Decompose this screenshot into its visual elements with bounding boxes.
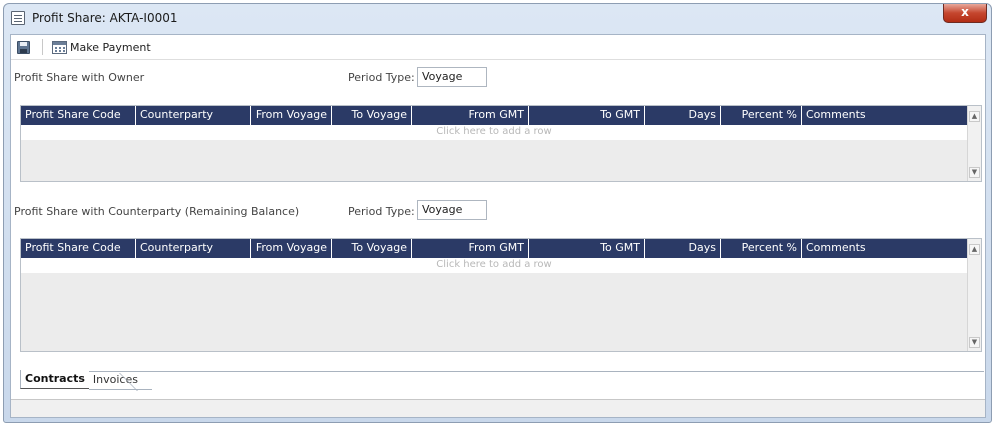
counterparty-period-type-label: Period Type: bbox=[348, 205, 415, 218]
owner-profit-share-grid: Profit Share Code Counterparty From Voya… bbox=[20, 105, 982, 182]
col-days[interactable]: Days bbox=[645, 106, 721, 125]
counterparty-section-title: Profit Share with Counterparty (Remainin… bbox=[14, 205, 300, 218]
window-title: Profit Share: AKTA-I0001 bbox=[32, 11, 178, 25]
save-icon[interactable] bbox=[17, 41, 30, 54]
col-percent[interactable]: Percent % bbox=[721, 106, 802, 125]
counterparty-profit-share-grid: Profit Share Code Counterparty From Voya… bbox=[20, 238, 982, 352]
col-to-gmt[interactable]: To GMT bbox=[529, 106, 645, 125]
vertical-scrollbar[interactable]: ▲ ▼ bbox=[967, 239, 981, 351]
close-button[interactable]: x bbox=[943, 4, 987, 23]
col-from-voyage[interactable]: From Voyage bbox=[251, 239, 332, 258]
col-from-gmt[interactable]: From GMT bbox=[412, 106, 529, 125]
vertical-scrollbar[interactable]: ▲ ▼ bbox=[967, 106, 981, 181]
toolbar: Make Payment bbox=[11, 35, 985, 60]
scroll-up-icon[interactable]: ▲ bbox=[969, 111, 980, 122]
owner-period-type-field[interactable]: Voyage bbox=[417, 67, 487, 87]
tab-contracts[interactable]: Contracts bbox=[20, 370, 89, 389]
main-content: Make Payment Profit Share with Owner Per… bbox=[10, 34, 986, 418]
scroll-down-icon[interactable]: ▼ bbox=[969, 337, 980, 348]
scroll-up-icon[interactable]: ▲ bbox=[969, 244, 980, 255]
calendar-icon bbox=[52, 41, 67, 54]
owner-period-type-label: Period Type: bbox=[348, 71, 415, 84]
profit-share-window: Profit Share: AKTA-I0001 x Make Payment … bbox=[3, 3, 992, 423]
col-counterparty[interactable]: Counterparty bbox=[136, 239, 251, 258]
bottom-tabs: Contracts Invoices bbox=[20, 370, 152, 391]
status-bar bbox=[11, 399, 985, 417]
scroll-down-icon[interactable]: ▼ bbox=[969, 167, 980, 178]
add-row-link[interactable]: Click here to add a row bbox=[21, 258, 967, 273]
title-bar: Profit Share: AKTA-I0001 x bbox=[4, 4, 991, 32]
owner-section-title: Profit Share with Owner bbox=[14, 71, 145, 84]
counterparty-period-type-field[interactable]: Voyage bbox=[417, 200, 487, 220]
col-counterparty[interactable]: Counterparty bbox=[136, 106, 251, 125]
col-from-gmt[interactable]: From GMT bbox=[412, 239, 529, 258]
grid-header: Profit Share Code Counterparty From Voya… bbox=[21, 239, 967, 258]
tab-invoices[interactable]: Invoices bbox=[88, 371, 152, 390]
add-row-link[interactable]: Click here to add a row bbox=[21, 125, 967, 140]
window-icon bbox=[11, 11, 25, 25]
tabs-divider bbox=[20, 371, 984, 372]
col-profit-share-code[interactable]: Profit Share Code bbox=[21, 106, 136, 125]
col-to-voyage[interactable]: To Voyage bbox=[332, 239, 412, 258]
col-profit-share-code[interactable]: Profit Share Code bbox=[21, 239, 136, 258]
col-percent[interactable]: Percent % bbox=[721, 239, 802, 258]
col-to-gmt[interactable]: To GMT bbox=[529, 239, 645, 258]
col-days[interactable]: Days bbox=[645, 239, 721, 258]
col-comments[interactable]: Comments bbox=[802, 239, 967, 258]
col-from-voyage[interactable]: From Voyage bbox=[251, 106, 332, 125]
make-payment-label: Make Payment bbox=[70, 41, 151, 54]
grid-header: Profit Share Code Counterparty From Voya… bbox=[21, 106, 967, 125]
toolbar-separator bbox=[42, 39, 43, 55]
col-to-voyage[interactable]: To Voyage bbox=[332, 106, 412, 125]
make-payment-button[interactable]: Make Payment bbox=[52, 39, 151, 56]
col-comments[interactable]: Comments bbox=[802, 106, 967, 125]
